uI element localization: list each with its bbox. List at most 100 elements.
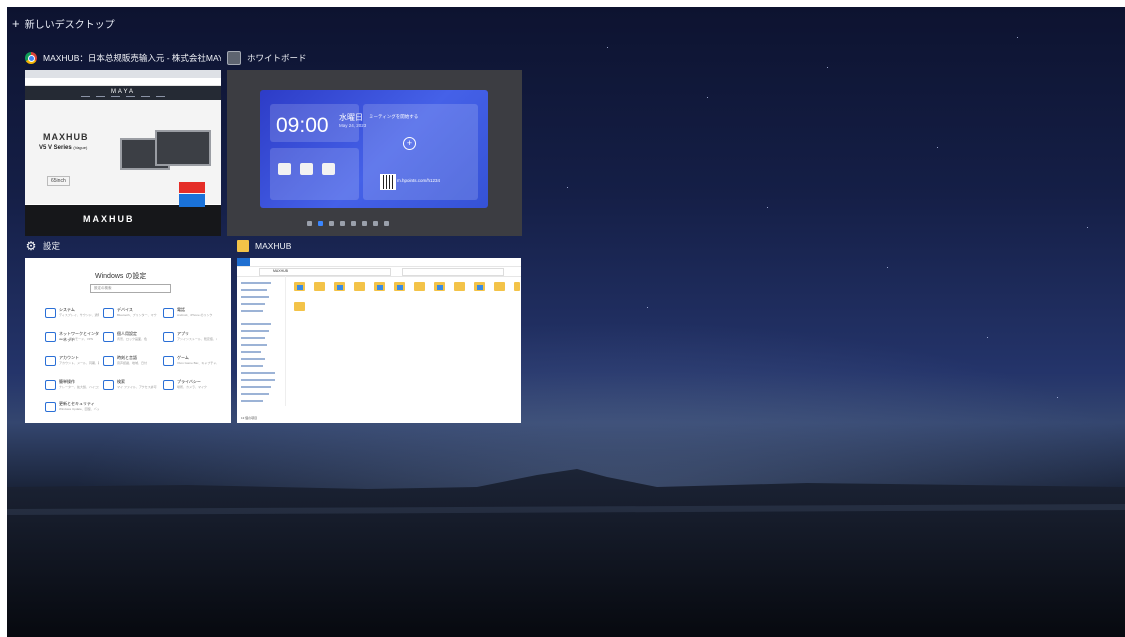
qr-code [380, 174, 396, 190]
window-chrome-thumbnail[interactable]: MAYA MAXHUB V5 V Series (Vague) 65inch M… [25, 70, 221, 236]
more-icon [384, 220, 389, 226]
pen-tool-icon [307, 220, 312, 226]
clock-weekday: 水曜日 [339, 113, 363, 122]
window-whiteboard-title: ホワイトボード [247, 53, 307, 63]
folder-item [334, 282, 345, 291]
explorer-status-bar: 13 個の項目 [241, 416, 258, 420]
mountain-landscape [7, 469, 1125, 637]
personalization-icon [103, 332, 114, 342]
folder-item [294, 282, 305, 291]
hero-size-badge: 65inch [47, 176, 70, 186]
update-icon [45, 402, 56, 412]
settings-item: 検索 マイ ファイル、アクセス許可 [103, 378, 159, 396]
accounts-icon [45, 356, 56, 366]
settings-item: システムディスプレイ、サウンド、通知、電源 [45, 306, 101, 324]
gear-icon: ⚙ [25, 239, 37, 253]
undo-icon [340, 220, 345, 226]
marker-tool-icon [318, 220, 323, 226]
folder-item [314, 282, 325, 291]
window-chrome-title: MAXHUB：日本总规販売输入元 - 株式会社MAYA SYSTEM - Goo… [43, 53, 221, 63]
explorer-search-box [402, 268, 504, 276]
gaming-icon [163, 356, 174, 366]
hero-series: V5 V Series (Vague) [39, 145, 88, 151]
settings-item: アカウントアカウント、メール、同期、職場、家族 [45, 354, 101, 372]
folder-item [494, 282, 505, 291]
path-text: MAXHUB [273, 269, 288, 273]
explorer-ribbon [237, 258, 521, 267]
product-panel-image [155, 130, 211, 166]
window-chrome[interactable]: MAXHUB：日本总规販売输入元 - 株式会社MAYA SYSTEM - Goo… [25, 50, 221, 236]
settings-item: デバイス Bluetooth、プリンター、マウス [103, 306, 159, 324]
folder-item [374, 282, 385, 291]
file-tab [237, 258, 250, 266]
window-settings-thumbnail[interactable]: Windows の設定 設定の検索 システムディスプレイ、サウンド、通知、電源 … [25, 258, 231, 423]
settings-item: ゲームXbox Game Bar、キャプチャ、ゲームモード [163, 354, 219, 372]
clock-date: May 24, 2023 [339, 123, 367, 128]
whiteboard-embedded-screen: 09:00 水曜日 May 24, 2023 ミーティングを開始する + m.h… [260, 90, 488, 208]
site-footer-band: MAXHUB [25, 205, 221, 236]
folder-item [394, 282, 405, 291]
folder-item [354, 282, 365, 291]
app-icon [322, 163, 335, 175]
app-icon [278, 163, 291, 175]
settings-item: 個人用設定 背景、ロック画面、色 [103, 330, 159, 348]
apps-icon [163, 332, 174, 342]
add-meeting-icon: + [403, 137, 416, 150]
settings-search-input: 設定の検索 [90, 284, 171, 293]
share-url: m.hpoints.com/h1234 [397, 178, 441, 183]
settings-item: 電話 Android、iPhone のリンク [163, 306, 219, 324]
settings-item: プライバシー 場所、カメラ、マイク [163, 378, 219, 396]
select-icon [362, 220, 367, 226]
footer-brand: MAXHUB [83, 214, 135, 224]
privacy-icon [163, 380, 174, 390]
window-explorer[interactable]: MAXHUB MAXHUB 13 個の項目 [237, 238, 522, 423]
shape-icon [373, 220, 378, 226]
new-desktop-button[interactable]: + 新しいデスクトップ [12, 15, 115, 32]
folder-item [454, 282, 465, 291]
time-language-icon [103, 356, 114, 366]
folder-item [434, 282, 445, 291]
site-nav-links [81, 96, 165, 97]
settings-item: アプリアンインストール、既定値、オプションの機能 [163, 330, 219, 348]
browser-address-bar [25, 78, 221, 86]
redo-icon [351, 220, 356, 226]
eraser-icon [329, 220, 334, 226]
search-icon [103, 380, 114, 390]
site-logo: MAYA [110, 89, 136, 95]
settings-item: 時刻と言語 音声認識、地域、日付 [103, 354, 159, 372]
folder-item [474, 282, 485, 291]
settings-item: ネットワークとインターネット Wi-Fi、機内モード、VPN [45, 330, 101, 348]
whiteboard-toolbar [307, 219, 437, 227]
explorer-nav-pane [237, 276, 286, 406]
window-whiteboard-thumbnail[interactable]: 09:00 水曜日 May 24, 2023 ミーティングを開始する + m.h… [227, 70, 522, 236]
system-icon [45, 308, 56, 318]
whiteboard-icon [227, 51, 241, 65]
contact-button [179, 182, 205, 193]
folder-item [514, 282, 520, 291]
settings-item: 更新とセキュリティWindows Update、回復、バックアップ [45, 400, 101, 418]
globe-icon [45, 332, 56, 342]
chrome-icon [25, 52, 37, 64]
folder-icon [237, 240, 249, 252]
clock-time: 09:00 [276, 114, 329, 137]
hero-brand: MAXHUB [43, 132, 89, 142]
devices-icon [103, 308, 114, 318]
folder-item [414, 282, 425, 291]
window-whiteboard-titlebar[interactable]: ホワイトボード [227, 50, 522, 66]
window-chrome-titlebar[interactable]: MAXHUB：日本总规販売输入元 - 株式会社MAYA SYSTEM - Goo… [25, 50, 221, 66]
window-explorer-title: MAXHUB [255, 241, 292, 251]
window-explorer-titlebar[interactable]: MAXHUB [237, 238, 522, 254]
app-icon [300, 163, 313, 175]
window-settings-titlebar[interactable]: ⚙ 設定 [25, 238, 231, 254]
site-header: MAYA [25, 86, 221, 100]
new-desktop-label: 新しいデスクトップ [24, 20, 115, 31]
settings-heading: Windows の設定 [95, 273, 147, 280]
window-whiteboard[interactable]: ホワイトボード 09:00 水曜日 May 24, 2023 ミーティングを開始… [227, 50, 522, 236]
phone-icon [163, 308, 174, 318]
mail-button [179, 194, 205, 207]
window-explorer-thumbnail[interactable]: MAXHUB 13 個の項目 [237, 258, 521, 423]
meeting-label: ミーティングを開始する [369, 114, 419, 119]
window-settings[interactable]: ⚙ 設定 Windows の設定 設定の検索 システム ディスプレイ、サウンド、通… [25, 238, 231, 423]
settings-item: 簡単操作ナレーター、拡大鏡、ハイコントラスト [45, 378, 101, 396]
plus-icon: + [12, 15, 20, 31]
